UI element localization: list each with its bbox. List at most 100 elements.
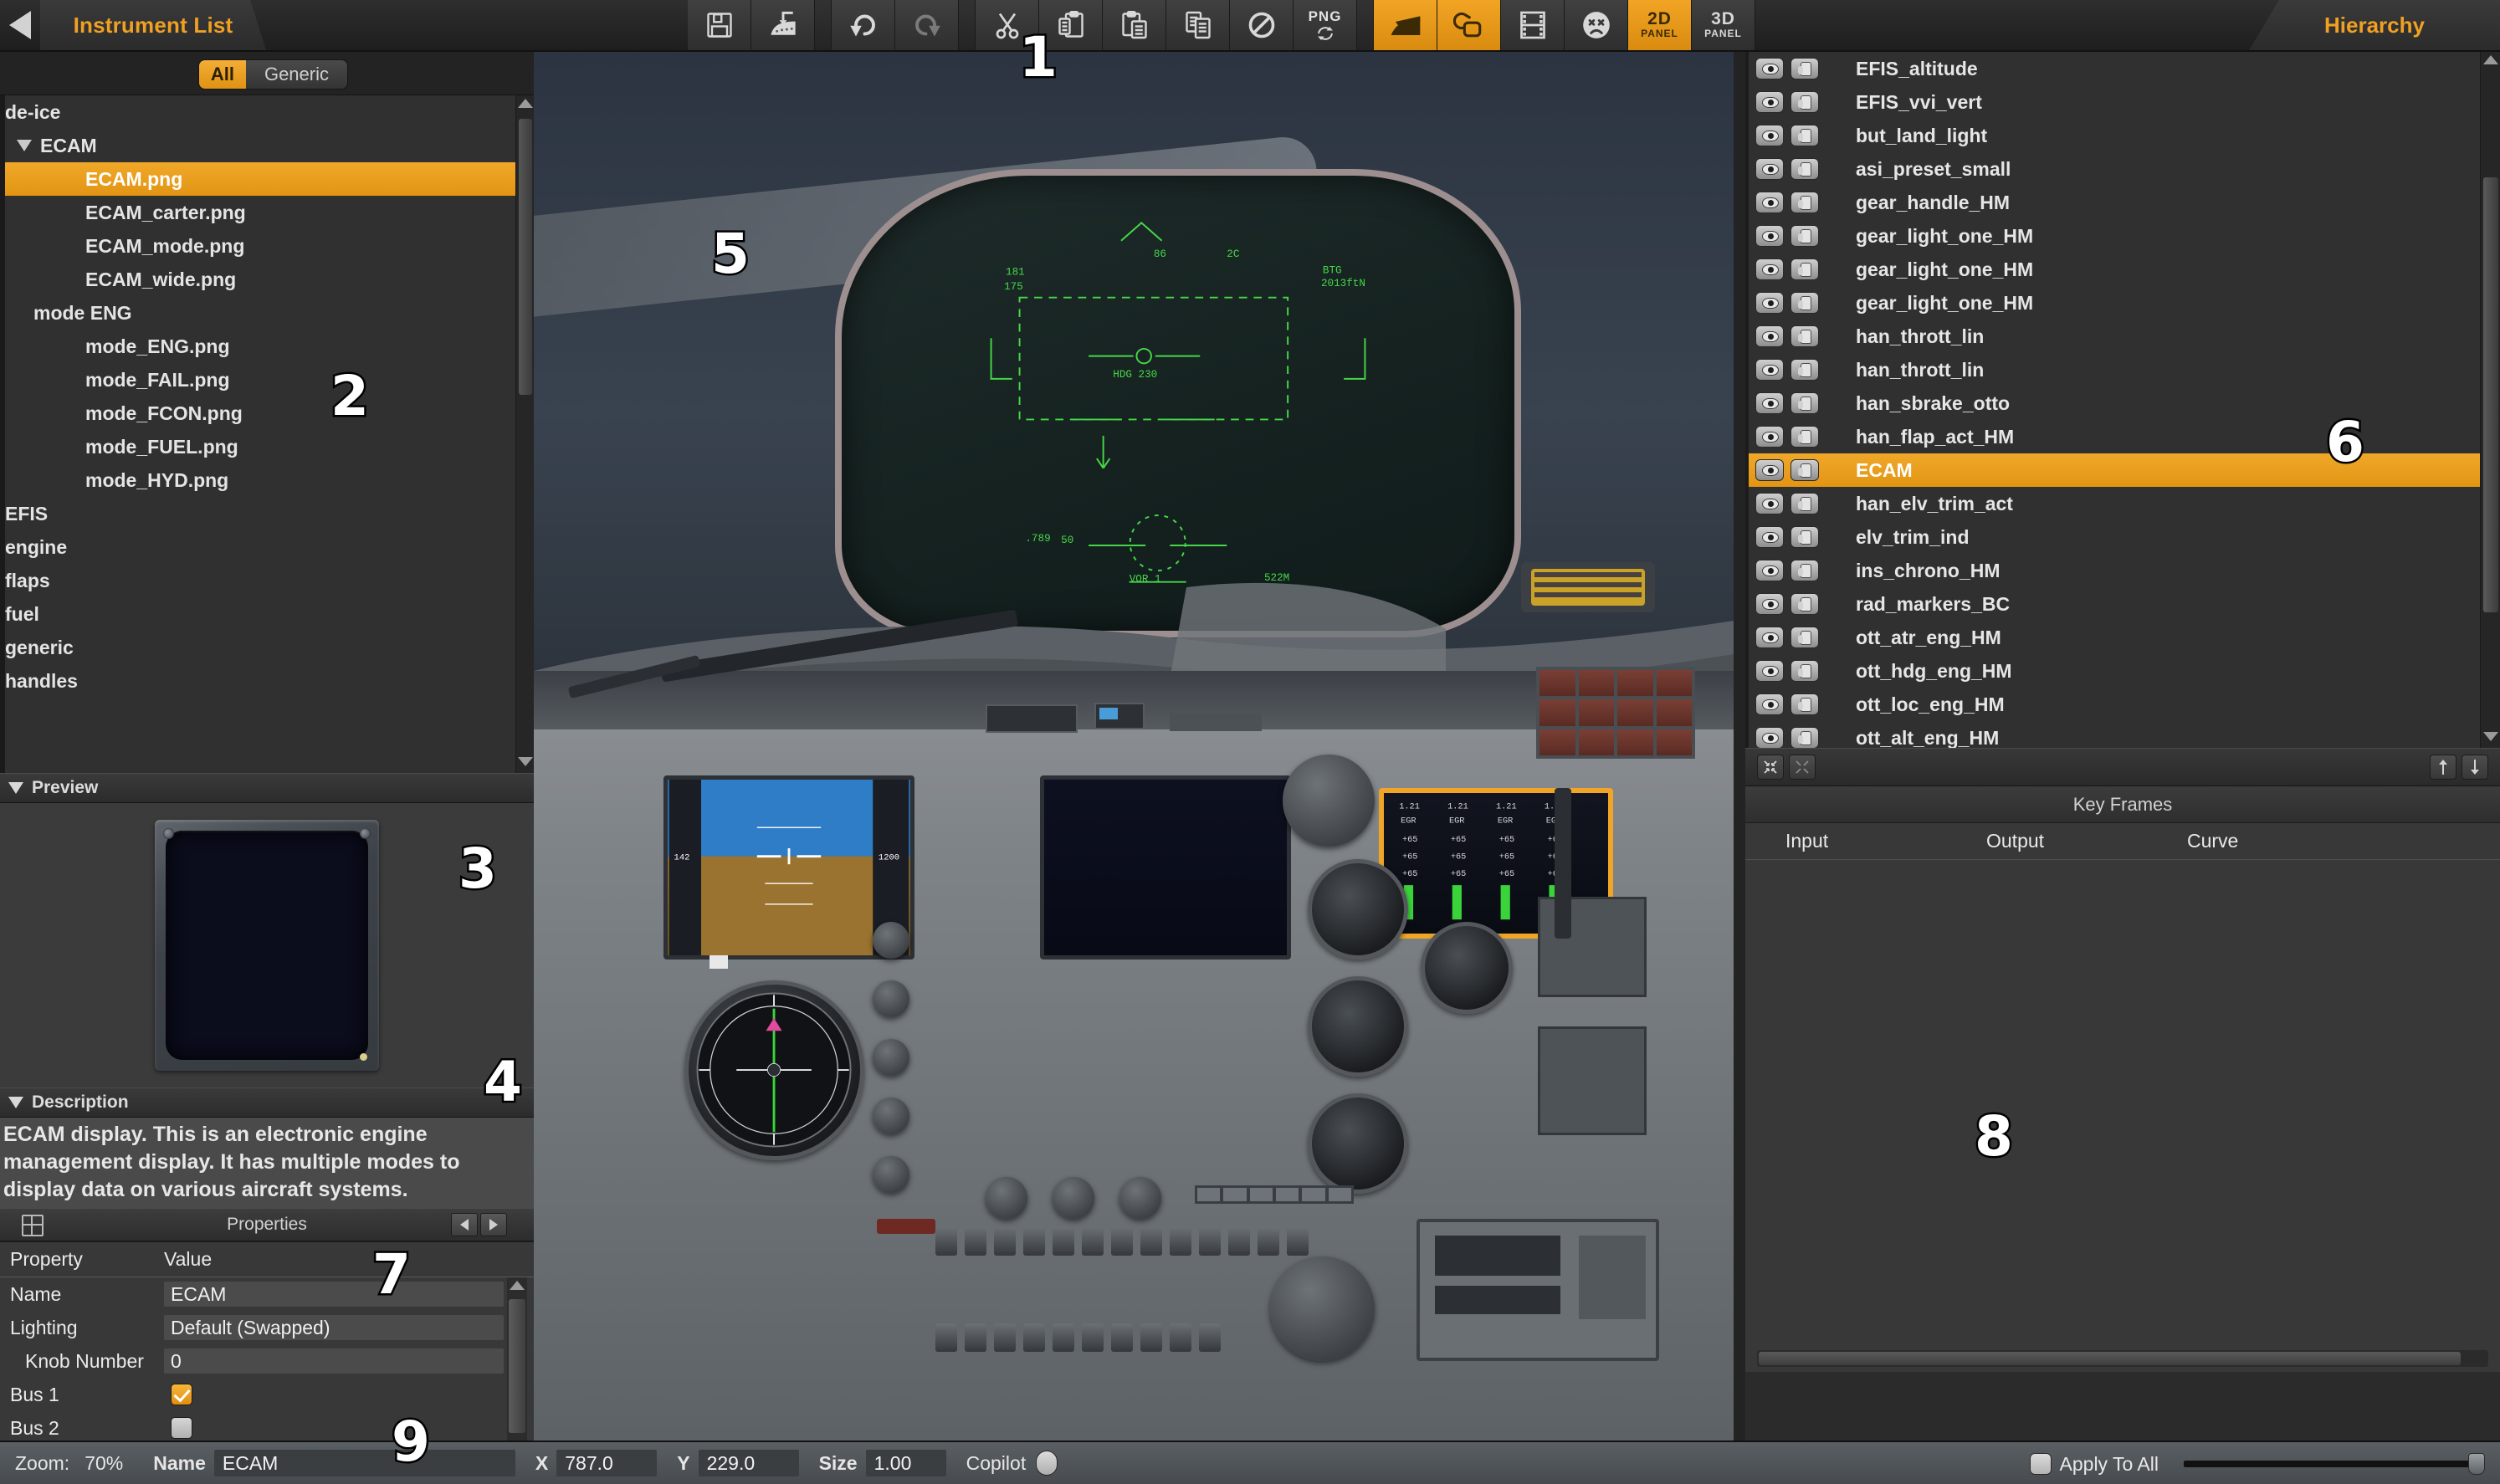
hand-lock-icon[interactable] — [1790, 192, 1819, 213]
eye-visibility-icon[interactable] — [1755, 192, 1784, 213]
eye-visibility-icon[interactable] — [1755, 493, 1784, 514]
x-field[interactable]: 787.0 — [556, 1450, 657, 1476]
save-button[interactable] — [688, 0, 751, 50]
duplicate-button[interactable] — [1166, 0, 1230, 50]
description-section-header[interactable]: Description — [0, 1087, 534, 1118]
hand-lock-icon[interactable] — [1790, 325, 1819, 347]
hierarchy-item[interactable]: elv_trim_ind — [1749, 520, 2500, 554]
keyframes-horizontal-scrollbar[interactable] — [1757, 1350, 2488, 1367]
knob-row-3[interactable] — [1119, 1177, 1161, 1219]
eye-visibility-icon[interactable] — [1755, 125, 1784, 146]
instrument-tree-item[interactable]: flaps — [5, 564, 534, 597]
instrument-tree-scrollbar[interactable] — [515, 95, 534, 773]
size-field[interactable]: 1.00 — [866, 1450, 946, 1476]
hierarchy-scrollbar[interactable] — [2480, 52, 2500, 748]
hand-lock-icon[interactable] — [1790, 392, 1819, 414]
knob-large-bottom[interactable] — [1270, 1256, 1375, 1361]
vertical-slider-strip[interactable] — [1555, 788, 1571, 939]
hierarchy-item[interactable]: han_thrott_lin — [1749, 320, 2500, 353]
hand-lock-icon[interactable] — [1790, 593, 1819, 615]
scrollbar-thumb[interactable] — [1759, 1352, 2461, 1365]
filter-all-button[interactable]: All — [199, 60, 246, 89]
collapse-all-icon[interactable] — [1757, 755, 1784, 780]
mip-readout-3[interactable] — [1170, 713, 1262, 731]
knob-small-5[interactable] — [873, 1156, 909, 1193]
hierarchy-item[interactable]: ott_hdg_eng_HM — [1749, 654, 2500, 688]
switch-row-2[interactable] — [935, 1323, 1221, 1352]
instrument-tree-item[interactable]: EFIS — [5, 497, 534, 530]
eye-visibility-icon[interactable] — [1755, 526, 1784, 548]
scroll-down-icon[interactable] — [518, 757, 533, 766]
knob-large-left[interactable] — [1283, 755, 1375, 847]
eye-visibility-icon[interactable] — [1755, 58, 1784, 79]
eye-visibility-icon[interactable] — [1755, 392, 1784, 414]
eye-visibility-icon[interactable] — [1755, 91, 1784, 113]
properties-prev-button[interactable] — [451, 1213, 478, 1236]
hierarchy-item[interactable]: ins_chrono_HM — [1749, 554, 2500, 587]
property-checkbox[interactable] — [171, 1384, 192, 1405]
eye-visibility-icon[interactable] — [1755, 426, 1784, 448]
frame-target-icon[interactable] — [22, 1215, 44, 1236]
instrument-tree-item[interactable]: de-ice — [5, 95, 534, 129]
eye-visibility-icon[interactable] — [1755, 292, 1784, 314]
knob-small-3[interactable] — [873, 1039, 909, 1076]
properties-next-button[interactable] — [480, 1213, 507, 1236]
eye-visibility-icon[interactable] — [1755, 158, 1784, 180]
eye-visibility-icon[interactable] — [1755, 225, 1784, 247]
move-down-icon[interactable] — [2462, 755, 2488, 780]
scrollbar-thumb[interactable] — [2483, 177, 2498, 612]
move-up-icon[interactable] — [2430, 755, 2456, 780]
hierarchy-item[interactable]: han_sbrake_otto — [1749, 386, 2500, 420]
eye-visibility-icon[interactable] — [1755, 693, 1784, 715]
panel-viewport[interactable]: 181175 862C BTG2013ftN HDG 230 .78950 VO… — [534, 52, 1734, 1441]
eye-visibility-icon[interactable] — [1755, 325, 1784, 347]
copilot-toggle[interactable] — [1036, 1451, 1058, 1476]
eye-visibility-icon[interactable] — [1755, 359, 1784, 381]
instrument-tree-item[interactable]: engine — [5, 530, 534, 564]
instrument-tree-item[interactable]: mode ENG — [5, 296, 534, 330]
panel-3d-toggle[interactable]: 3D PANEL — [1692, 0, 1755, 50]
mip-readout-1[interactable] — [986, 704, 1078, 733]
import-panel-button[interactable] — [751, 0, 815, 50]
tab-hierarchy[interactable]: Hierarchy — [2249, 0, 2500, 50]
undo-button[interactable] — [832, 0, 895, 50]
hand-lock-icon[interactable] — [1790, 91, 1819, 113]
zoom-slider-handle[interactable] — [2468, 1453, 2485, 1475]
filmstrip-button[interactable] — [1501, 0, 1565, 50]
instrument-tree-item[interactable]: handles — [5, 664, 534, 698]
gauge-hsi[interactable] — [684, 980, 864, 1160]
instrument-tree-item[interactable]: generic — [5, 631, 534, 664]
instrument-tree-item[interactable]: fuel — [5, 597, 534, 631]
cut-button[interactable] — [976, 0, 1039, 50]
hierarchy-item[interactable]: han_elv_trim_act — [1749, 487, 2500, 520]
expand-all-icon[interactable] — [1789, 755, 1816, 780]
eye-visibility-icon[interactable] — [1755, 727, 1784, 748]
hierarchy-item[interactable]: han_flap_act_HM — [1749, 420, 2500, 453]
scroll-up-icon[interactable] — [2483, 55, 2498, 64]
keyframes-table-body[interactable] — [1745, 860, 2500, 1372]
gauge-altimeter[interactable] — [1308, 859, 1408, 959]
eye-visibility-icon[interactable] — [1755, 560, 1784, 581]
eye-visibility-icon[interactable] — [1755, 627, 1784, 648]
scroll-up-icon[interactable] — [510, 1281, 525, 1290]
overlay-toggle[interactable] — [1437, 0, 1501, 50]
gauge-vsi[interactable] — [1308, 976, 1408, 1077]
knob-small-1[interactable] — [873, 922, 909, 959]
instrument-tree-item[interactable]: ECAM.png — [5, 162, 534, 196]
redo-button[interactable] — [895, 0, 959, 50]
hand-lock-icon[interactable] — [1790, 158, 1819, 180]
chevron-down-icon[interactable] — [17, 140, 32, 151]
eye-visibility-icon[interactable] — [1755, 660, 1784, 682]
reload-png-button[interactable]: PNG — [1294, 0, 1357, 50]
scroll-up-icon[interactable] — [518, 99, 533, 108]
scrollbar-thumb[interactable] — [519, 119, 532, 395]
copy-button[interactable] — [1039, 0, 1103, 50]
eye-visibility-icon[interactable] — [1755, 593, 1784, 615]
hand-lock-icon[interactable] — [1790, 125, 1819, 146]
hierarchy-item[interactable]: gear_handle_HM — [1749, 186, 2500, 219]
property-value[interactable]: ECAM — [164, 1282, 504, 1307]
paste-button[interactable] — [1103, 0, 1166, 50]
gauge-engine-1[interactable] — [1421, 922, 1513, 1014]
hierarchy-item[interactable]: EFIS_vvi_vert — [1749, 85, 2500, 119]
hand-lock-icon[interactable] — [1790, 526, 1819, 548]
